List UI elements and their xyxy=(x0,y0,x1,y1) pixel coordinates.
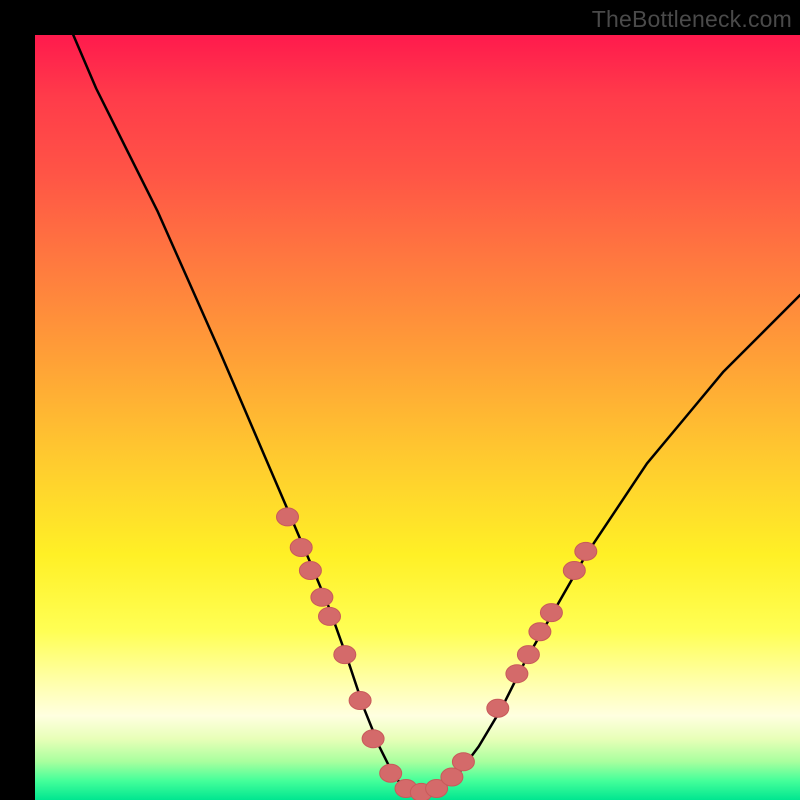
curve-marker xyxy=(575,542,597,560)
plot-area xyxy=(35,35,800,800)
curve-marker xyxy=(563,562,585,580)
curve-marker xyxy=(277,508,299,526)
bottleneck-curve xyxy=(73,35,800,792)
curve-marker xyxy=(395,780,417,798)
curve-marker xyxy=(380,764,402,782)
curve-marker xyxy=(452,753,474,771)
curve-marker xyxy=(334,646,356,664)
curve-marker xyxy=(426,780,448,798)
chart-frame: TheBottleneck.com xyxy=(0,0,800,800)
curve-marker xyxy=(311,588,333,606)
curve-marker xyxy=(319,607,341,625)
curve-marker xyxy=(441,768,463,786)
curve-layer xyxy=(35,35,800,800)
curve-marker xyxy=(517,646,539,664)
curve-marker xyxy=(290,539,312,557)
curve-marker xyxy=(487,699,509,717)
curve-marker xyxy=(506,665,528,683)
curve-marker xyxy=(410,783,432,800)
curve-marker xyxy=(299,562,321,580)
curve-marker xyxy=(529,623,551,641)
curve-marker xyxy=(540,604,562,622)
curve-marker xyxy=(349,692,371,710)
curve-marker xyxy=(362,730,384,748)
watermark-text: TheBottleneck.com xyxy=(592,6,792,33)
